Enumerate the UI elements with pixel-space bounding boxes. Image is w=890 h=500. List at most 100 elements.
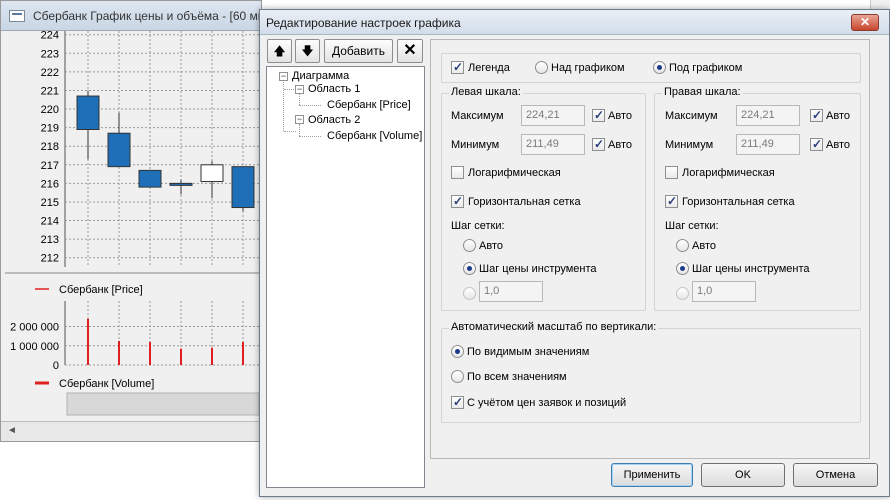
left-step-auto-label: Авто <box>479 240 503 252</box>
legend-checkbox[interactable] <box>451 60 464 74</box>
chart-settings-dialog: Редактирование настроек графика ✕ 🡅 🡇 До… <box>259 9 890 497</box>
close-icon[interactable]: ✕ <box>851 14 879 31</box>
right-step-field[interactable]: 1,0 <box>692 281 756 302</box>
legend-below-radio[interactable] <box>653 61 666 74</box>
right-hgrid-checkbox[interactable] <box>665 194 678 208</box>
bear-candle <box>138 169 162 188</box>
left-scale-title: Левая шкала: <box>449 86 523 98</box>
right-step-instrument-label: Шаг цены инструмента <box>692 263 810 275</box>
right-step-auto-radio[interactable] <box>676 239 689 252</box>
price-tick-label: 215 <box>41 197 59 209</box>
left-max-auto-label: Авто <box>608 110 632 122</box>
left-max-field[interactable]: 224,21 <box>521 105 585 126</box>
settings-panel: Легенда Над графиком Под графиком Левая … <box>430 39 870 459</box>
autoscale-orders-label: С учётом цен заявок и позиций <box>467 397 627 409</box>
left-log-label: Логарифмическая <box>468 167 561 179</box>
right-max-field[interactable]: 224,21 <box>736 105 800 126</box>
autoscale-all-radio[interactable] <box>451 370 464 383</box>
left-min-label: Минимум <box>451 139 500 151</box>
price-tick-label: 223 <box>41 48 59 60</box>
chart-window-titlebar: Сбербанк График цены и объёма - [60 мин <box>1 1 261 31</box>
bear-candle <box>231 166 255 209</box>
bear-candle <box>169 182 193 186</box>
left-max-auto-checkbox[interactable] <box>592 108 605 122</box>
tree-item-volume-series[interactable]: Сбербанк [Volume] <box>327 130 422 142</box>
arrow-down-icon[interactable]: 🡇 <box>295 39 320 63</box>
cancel-button[interactable]: Отмена <box>793 463 878 487</box>
volume-tick-label: 2 000 000 <box>10 322 59 334</box>
right-max-label: Максимум <box>665 110 718 122</box>
right-min-auto-label: Авто <box>826 139 850 151</box>
right-log-checkbox[interactable] <box>665 166 678 179</box>
right-min-auto-checkbox[interactable] <box>810 137 823 151</box>
volume-tick-label: 1 000 000 <box>10 341 59 353</box>
apply-button[interactable]: Применить <box>611 463 693 487</box>
left-step-custom-radio[interactable] <box>463 287 476 300</box>
price-legend-label: Сбербанк [Price] <box>59 284 143 296</box>
price-tick-label: 213 <box>41 234 59 246</box>
left-min-auto-label: Авто <box>608 139 632 151</box>
right-max-auto-label: Авто <box>826 110 850 122</box>
volume-chart-pane[interactable]: 2 000 000 1 000 000 0Сбербанк [Volume] <box>5 301 259 421</box>
chart-scrollbar[interactable]: ◄ <box>1 421 261 441</box>
tree-item-price-series[interactable]: Сбербанк [Price] <box>327 99 411 111</box>
add-button[interactable]: Добавить <box>324 39 393 63</box>
bull-candle <box>200 164 224 183</box>
price-tick-label: 217 <box>41 160 59 172</box>
legend-above-radio[interactable] <box>535 61 548 74</box>
price-tick-label: 214 <box>41 216 59 228</box>
chart-window-title: Сбербанк График цены и объёма - [60 мин <box>33 9 262 23</box>
right-step-auto-label: Авто <box>692 240 716 252</box>
left-step-instrument-label: Шаг цены инструмента <box>479 263 597 275</box>
left-grid-step-label: Шаг сетки: <box>451 220 505 232</box>
bear-candle <box>107 132 131 168</box>
ok-button[interactable]: OK <box>701 463 785 487</box>
time-axis-strip <box>66 392 259 416</box>
right-step-custom-radio[interactable] <box>676 287 689 300</box>
tree-collapse-icon[interactable]: − <box>295 115 304 124</box>
tree-item-diagram[interactable]: Диаграмма <box>292 70 349 82</box>
left-min-field[interactable]: 211,49 <box>521 134 585 155</box>
price-tick-label: 220 <box>41 104 59 116</box>
autoscale-orders-checkbox[interactable] <box>451 395 464 409</box>
right-min-label: Минимум <box>665 139 714 151</box>
app-icon <box>9 10 25 22</box>
price-chart-pane[interactable]: 224 223 222 221 220 219 218 217 216 215 214 213 212 С… <box>5 31 259 299</box>
right-max-auto-checkbox[interactable] <box>810 108 823 122</box>
left-log-checkbox[interactable] <box>451 166 464 179</box>
left-hgrid-checkbox[interactable] <box>451 194 464 208</box>
left-step-instrument-radio[interactable] <box>463 262 476 275</box>
autoscale-visible-radio[interactable] <box>451 345 464 358</box>
left-min-auto-checkbox[interactable] <box>592 137 605 151</box>
right-step-instrument-radio[interactable] <box>676 262 689 275</box>
tree-collapse-icon[interactable]: − <box>279 72 288 81</box>
arrow-up-icon[interactable]: 🡅 <box>267 39 292 63</box>
price-tick-label: 219 <box>41 123 59 135</box>
right-min-field[interactable]: 211,49 <box>736 134 800 155</box>
left-step-auto-radio[interactable] <box>463 239 476 252</box>
autoscale-all-label: По всем значениям <box>467 371 567 383</box>
right-hgrid-label: Горизонтальная сетка <box>682 196 795 208</box>
tree-item-area-1[interactable]: Область 1 <box>308 83 360 95</box>
bear-candle <box>76 95 100 130</box>
right-log-label: Логарифмическая <box>682 167 775 179</box>
tree-collapse-icon[interactable]: − <box>295 85 304 94</box>
price-tick-label: 218 <box>41 141 59 153</box>
tree-item-area-2[interactable]: Область 2 <box>308 114 360 126</box>
volume-tick-label: 0 <box>53 360 59 372</box>
price-tick-label: 222 <box>41 67 59 79</box>
scroll-left-icon[interactable]: ◄ <box>7 425 17 436</box>
price-tick-label: 212 <box>41 253 59 265</box>
right-scale-title: Правая шкала: <box>662 86 743 98</box>
dialog-title: Редактирование настроек графика <box>266 16 461 30</box>
left-step-field[interactable]: 1,0 <box>479 281 543 302</box>
element-tree[interactable]: − Диаграмма − Область 1 Сбербанк [Price]… <box>266 66 425 488</box>
legend-label: Легенда <box>468 62 510 74</box>
chart-window: Сбербанк График цены и объёма - [60 мин … <box>0 0 262 442</box>
delete-x-icon[interactable]: ✕ <box>397 39 423 63</box>
right-grid-step-label: Шаг сетки: <box>665 220 719 232</box>
left-hgrid-label: Горизонтальная сетка <box>468 196 581 208</box>
price-tick-label: 224 <box>41 31 59 42</box>
left-max-label: Максимум <box>451 110 504 122</box>
price-tick-label: 221 <box>41 85 59 97</box>
